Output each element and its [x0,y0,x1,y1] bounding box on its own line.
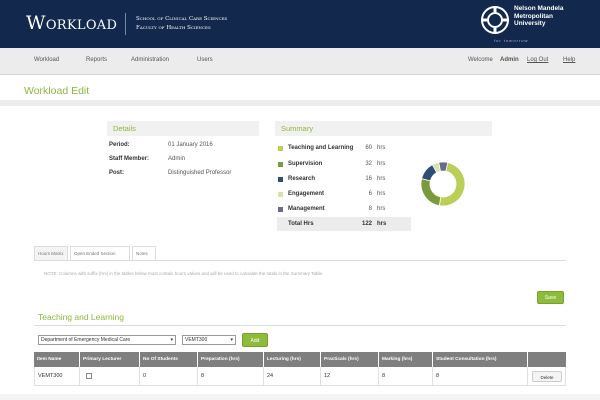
university-name-line: Metropolitan [514,12,553,20]
school-name: School of Clinical Care Sciences [136,16,228,22]
donut-slice-management [438,161,449,172]
header-divider [125,13,126,35]
summary-value: 6 [368,191,372,197]
summary-donut-chart [420,161,466,207]
cell-practicals[interactable]: 12 [321,367,379,386]
table-header: Marking (hrs) [379,352,433,367]
help-link[interactable]: Help [563,57,575,63]
university-name-line: Nelson Mandela [514,5,564,12]
tab-hours-matrix[interactable]: Hours Matrix [34,246,68,260]
summary-unit: hrs [377,191,386,197]
add-button[interactable]: Add [242,333,268,347]
tab-divider [34,260,566,261]
table-header: Preparation (hrs) [198,352,264,367]
university-tagline: for tomorrow [494,38,529,43]
donut-slice-supervision [420,178,442,207]
cell-consultation[interactable]: 8 [433,367,528,386]
summary-value: 32 [365,161,372,167]
summary-unit: hrs [377,161,386,167]
summary-total-unit: hrs [377,221,387,227]
university-name-line: University [514,20,546,27]
details-label-period: Period: [109,142,130,148]
summary-unit: hrs [377,145,386,151]
section-divider [34,325,566,326]
details-panel-header: Details [107,121,259,136]
faculty-name: Faculty of Health Sciences [136,25,211,31]
department-select-value: Department of Emergency Medical Care [41,337,131,343]
summary-unit: hrs [377,206,386,212]
nav-item-reports[interactable]: Reports [86,57,107,63]
table-header: Lecturing (hrs) [264,352,321,367]
summary-value: 8 [368,206,372,212]
save-button[interactable]: Save [537,291,564,304]
chevron-down-icon: ▾ [170,337,173,343]
summary-label: Supervision [288,161,323,167]
delete-button[interactable]: Delete [532,371,562,382]
summary-label: Teaching and Learning [288,145,354,151]
current-user: Admin [500,57,519,63]
module-select[interactable]: VEMT300 ▾ [182,335,236,345]
summary-panel-header: Summary [275,121,492,136]
nav-item-administration[interactable]: Administration [131,57,169,63]
legend-swatch [278,146,283,151]
table-header: No Of Students [140,352,198,367]
header-subtitle: School of Clinical Care Sciences Faculty… [136,15,227,33]
summary-total-value: 122 [361,221,372,227]
app-header: Workload School of Clinical Care Science… [0,0,600,48]
logout-link[interactable]: Log Out [527,57,548,63]
hours-note: NOTE: Columns with suffix (hrs) in the t… [44,271,324,276]
app-logo[interactable]: Workload [26,12,117,34]
details-value-staff: Admin [168,156,186,162]
summary-unit: hrs [377,176,386,182]
summary-label: Management [288,206,325,212]
module-select-value: VEMT300 [185,337,208,343]
section-title: Teaching and Learning [38,312,125,322]
main-nav: Workload Reports Administration Users We… [0,48,600,75]
cell-marking[interactable]: 8 [379,367,433,386]
cell-item-name: VEMT300 [34,367,80,386]
chevron-down-icon: ▾ [230,337,233,343]
legend-swatch [278,207,283,212]
summary-value: 16 [365,176,372,182]
cell-lecturing[interactable]: 24 [264,367,321,386]
details-label-post: Post: [109,170,124,176]
university-name: Nelson Mandela Metropolitan University [514,5,563,28]
welcome-text: Welcome [468,57,493,63]
table-header: Practicals (hrs) [321,352,379,367]
nav-item-workload[interactable]: Workload [34,57,59,63]
table-header-actions [528,352,566,367]
summary-total-label: Total Hrs [288,221,314,227]
tab-notes[interactable]: Notes [132,246,156,260]
cell-students[interactable]: 0 [140,367,198,386]
details-value-period: 01 January 2016 [168,142,213,148]
university-logo-icon [481,6,509,34]
tab-open-ended-section[interactable]: Open Ended Section [70,246,130,260]
nav-item-users[interactable]: Users [197,57,213,63]
summary-label: Research [288,176,316,182]
page-footer-strip [0,394,600,400]
page-title: Workload Edit [24,85,90,97]
primary-lecturer-checkbox[interactable] [86,373,92,379]
details-label-staff: Staff Member: [109,156,150,162]
cell-preparation[interactable]: 8 [198,367,264,386]
department-select[interactable]: Department of Emergency Medical Care ▾ [38,335,176,345]
legend-swatch [278,192,283,197]
table-header: Primary Lecturer [80,352,140,367]
legend-swatch [278,177,283,182]
summary-label: Engagement [288,191,325,197]
legend-swatch [278,162,283,167]
summary-value: 60 [365,145,372,151]
title-divider [0,100,600,106]
table-header: Item Name [34,352,80,367]
table-header: Student Consultation (hrs) [433,352,528,367]
details-value-post: Distinguished Professor [168,170,232,176]
